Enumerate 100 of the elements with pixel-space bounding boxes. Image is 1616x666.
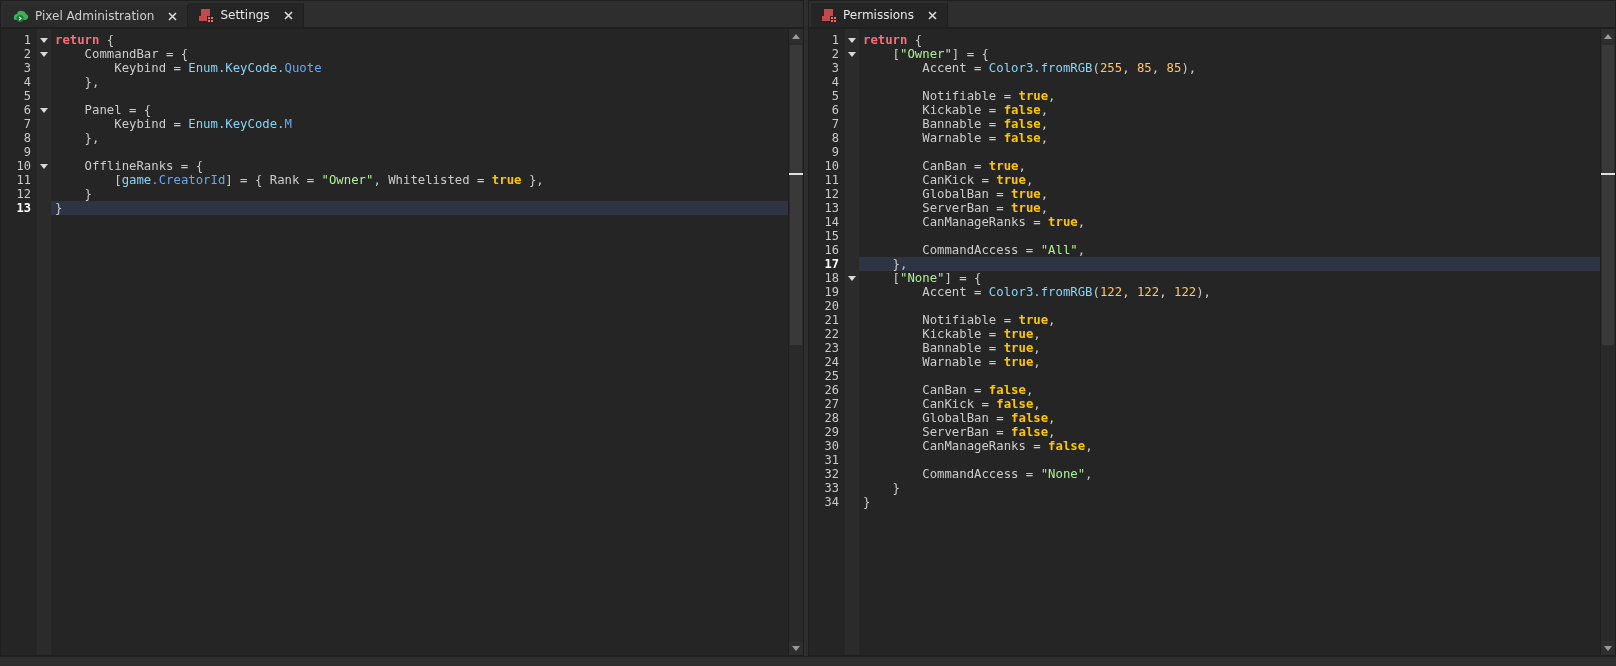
code-line: Bannable = true, bbox=[921, 341, 1041, 355]
fold-arrow-icon[interactable] bbox=[40, 37, 48, 43]
fold-arrow-icon[interactable] bbox=[40, 51, 48, 57]
line-number: 6 bbox=[830, 103, 840, 117]
code-line: CommandBar = { bbox=[83, 47, 189, 61]
fold-arrow-icon[interactable] bbox=[40, 107, 48, 113]
code-line: }, bbox=[891, 257, 908, 271]
code-line: CanKick = true, bbox=[921, 173, 1034, 187]
line-number: 7 bbox=[22, 117, 32, 131]
code-line: Panel = { bbox=[83, 103, 152, 117]
code-line: CanManageRanks = true, bbox=[921, 215, 1086, 229]
code-line: Bannable = false, bbox=[921, 117, 1049, 131]
code-line: CommandAccess = "None", bbox=[921, 467, 1093, 481]
fold-arrow-icon[interactable] bbox=[40, 163, 48, 169]
code-line: Keybind = Enum.KeyCode.M bbox=[113, 117, 292, 131]
close-icon[interactable] bbox=[283, 10, 293, 20]
line-number: 25 bbox=[823, 369, 840, 383]
line-number: 9 bbox=[22, 145, 32, 159]
line-number: 4 bbox=[22, 75, 32, 89]
line-number: 27 bbox=[823, 397, 840, 411]
code-line: CommandAccess = "All", bbox=[921, 243, 1086, 257]
line-number: 32 bbox=[823, 467, 840, 481]
code-line: } bbox=[891, 481, 901, 495]
line-number: 8 bbox=[830, 131, 840, 145]
line-number: 24 bbox=[823, 355, 840, 369]
code-line: ["None"] = { bbox=[891, 271, 982, 285]
cloud-icon bbox=[13, 9, 29, 23]
fold-arrow-icon[interactable] bbox=[848, 51, 856, 57]
line-number: 9 bbox=[830, 145, 840, 159]
line-number: 1 bbox=[22, 33, 32, 47]
line-number: 17 bbox=[823, 257, 840, 271]
code-line: Kickable = false, bbox=[921, 103, 1049, 117]
code-line: [game.CreatorId] = { Rank = "Owner", Whitelisted = true }, bbox=[113, 173, 544, 187]
line-number: 12 bbox=[15, 187, 32, 201]
line-number: 19 bbox=[823, 285, 840, 299]
code-line: } bbox=[83, 187, 93, 201]
code-line: CanBan = true, bbox=[921, 159, 1026, 173]
code-line: return { bbox=[55, 33, 115, 47]
code-line: Kickable = true, bbox=[921, 327, 1041, 341]
cursor-marker bbox=[789, 173, 803, 175]
close-icon[interactable] bbox=[928, 10, 937, 20]
line-number: 3 bbox=[22, 61, 32, 75]
down-arrow-icon bbox=[792, 645, 800, 651]
close-icon[interactable] bbox=[168, 11, 178, 21]
editor-tab[interactable]: Settings bbox=[188, 3, 304, 27]
code-line: Accent = Color3.fromRGB(122, 122, 122), bbox=[921, 285, 1211, 299]
code-line: return { bbox=[863, 33, 923, 47]
code-line: }, bbox=[83, 131, 100, 145]
code-line: Warnable = true, bbox=[921, 355, 1041, 369]
line-number: 13 bbox=[15, 201, 32, 215]
fold-arrow-icon[interactable] bbox=[848, 275, 856, 281]
code-line: Accent = Color3.fromRGB(255, 85, 85), bbox=[921, 61, 1197, 75]
code-line: Notifiable = true, bbox=[921, 89, 1056, 103]
script-icon bbox=[198, 8, 215, 22]
line-number: 23 bbox=[823, 341, 840, 355]
cursor-marker bbox=[1601, 173, 1615, 175]
line-number: 8 bbox=[22, 131, 32, 145]
line-number: 11 bbox=[15, 173, 32, 187]
code-line: ServerBan = true, bbox=[921, 201, 1049, 215]
code-line: } bbox=[863, 495, 871, 509]
line-number: 18 bbox=[823, 271, 840, 285]
line-number: 5 bbox=[22, 89, 32, 103]
up-arrow-icon bbox=[1604, 33, 1612, 39]
line-number: 7 bbox=[830, 117, 840, 131]
line-number: 26 bbox=[823, 383, 840, 397]
code-line: } bbox=[55, 201, 63, 215]
code-line: CanBan = false, bbox=[921, 383, 1034, 397]
code-line: Keybind = Enum.KeyCode.Quote bbox=[113, 61, 322, 75]
code-line: GlobalBan = true, bbox=[921, 187, 1049, 201]
scrollbar-thumb[interactable] bbox=[1602, 45, 1614, 345]
line-number: 16 bbox=[823, 243, 840, 257]
line-number: 6 bbox=[22, 103, 32, 117]
line-number: 30 bbox=[823, 439, 840, 453]
line-number: 2 bbox=[830, 47, 840, 61]
line-number: 2 bbox=[22, 47, 32, 61]
code-line: OfflineRanks = { bbox=[83, 159, 204, 173]
up-arrow-icon bbox=[792, 33, 800, 39]
line-number: 34 bbox=[823, 495, 840, 509]
code-line: CanManageRanks = false, bbox=[921, 439, 1093, 453]
scrollbar-thumb[interactable] bbox=[790, 45, 802, 345]
scroll-down-button[interactable] bbox=[1601, 641, 1615, 655]
code-line: Notifiable = true, bbox=[921, 313, 1056, 327]
code-line: GlobalBan = false, bbox=[921, 411, 1056, 425]
fold-arrow-icon[interactable] bbox=[848, 37, 856, 43]
code-line: ServerBan = false, bbox=[921, 425, 1056, 439]
code-line: Warnable = false, bbox=[921, 131, 1049, 145]
line-number: 14 bbox=[823, 215, 840, 229]
line-number: 10 bbox=[15, 159, 32, 173]
line-number: 28 bbox=[823, 411, 840, 425]
line-number: 4 bbox=[830, 75, 840, 89]
line-number: 33 bbox=[823, 481, 840, 495]
line-number: 13 bbox=[823, 201, 840, 215]
scroll-up-button[interactable] bbox=[1601, 29, 1615, 43]
line-number: 15 bbox=[823, 229, 840, 243]
code-line: }, bbox=[83, 75, 100, 89]
editor-tab[interactable]: Permissions bbox=[811, 3, 948, 27]
scroll-up-button[interactable] bbox=[789, 29, 803, 43]
scroll-down-button[interactable] bbox=[789, 641, 803, 655]
line-number: 11 bbox=[823, 173, 840, 187]
line-number: 31 bbox=[823, 453, 840, 467]
